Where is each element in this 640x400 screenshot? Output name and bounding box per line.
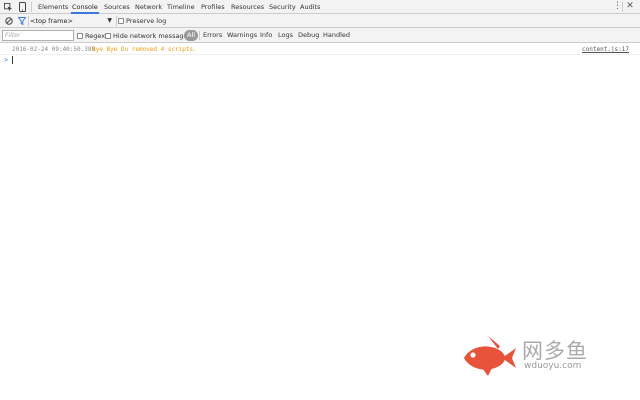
tab-timeline[interactable]: Timeline [166,0,196,14]
hide-network-label: Hide network messages [113,32,191,40]
tab-sources[interactable]: Sources [103,0,131,14]
level-handled-button[interactable]: Handled [321,30,352,41]
toolbar-separator [28,16,29,26]
regex-checkbox[interactable] [77,33,83,39]
frame-select[interactable]: <top frame> ▼ [30,15,114,27]
regex-label: Regex [85,32,106,40]
level-separator [199,31,200,40]
preserve-log-checkbox[interactable] [118,18,124,24]
level-info-button[interactable]: Info [258,30,274,41]
message-text: Bye Bye Du removed 4 scripts. [92,46,197,53]
tab-resources[interactable]: Resources [230,0,265,14]
toolbar-separator [116,16,117,26]
level-errors-button[interactable]: Errors [201,30,224,41]
level-warnings-button[interactable]: Warnings [225,30,259,41]
level-debug-button[interactable]: Debug [296,30,321,41]
filter-icon[interactable] [17,16,27,26]
hide-network-toggle[interactable]: Hide network messages [105,30,191,42]
level-all-button[interactable]: All [184,30,199,41]
more-vertical-icon[interactable]: ⋮ [613,0,622,14]
regex-toggle[interactable]: Regex [77,30,105,42]
watermark: 网多鱼 wduoyu.com [460,332,610,380]
tabbar-separator [31,2,32,12]
tab-security[interactable]: Security [268,0,297,14]
message-source-link[interactable]: content.js:17 [582,45,629,54]
tab-elements[interactable]: Elements [37,0,69,14]
hide-network-checkbox[interactable] [105,33,111,39]
console-message: 2016-02-24 09:40:50.389 Bye Bye Du remov… [0,45,640,55]
tab-profiles[interactable]: Profiles [200,0,226,14]
preserve-log-toggle[interactable]: Preserve log [118,15,166,27]
dropdown-arrow-icon: ▼ [107,17,112,24]
console-toolbar: <top frame> ▼ Preserve log [0,14,640,28]
filter-input[interactable] [2,30,74,41]
close-icon[interactable]: ✕ [625,0,635,14]
filter-toolbar: Regex Hide network messages All Errors W… [0,28,640,43]
console-prompt-icon: > [4,56,9,64]
message-timestamp: 2016-02-24 09:40:50.389 [12,46,96,53]
clear-console-icon[interactable] [4,16,14,26]
tabbar-separator [622,2,623,12]
console-input-caret[interactable] [12,56,13,64]
devtools-tabbar: Elements Console Sources Network Timelin… [0,0,640,14]
tab-network[interactable]: Network [134,0,163,14]
level-logs-button[interactable]: Logs [276,30,295,41]
fish-logo-icon [464,336,516,376]
preserve-log-label: Preserve log [126,17,167,25]
tab-console[interactable]: Console [71,0,99,14]
frame-select-value: <top frame> [30,17,73,25]
inspect-element-icon[interactable] [3,2,13,12]
tab-audits[interactable]: Audits [299,0,321,14]
watermark-domain-text: wduoyu.com [524,361,582,371]
device-mode-icon[interactable] [17,2,27,12]
